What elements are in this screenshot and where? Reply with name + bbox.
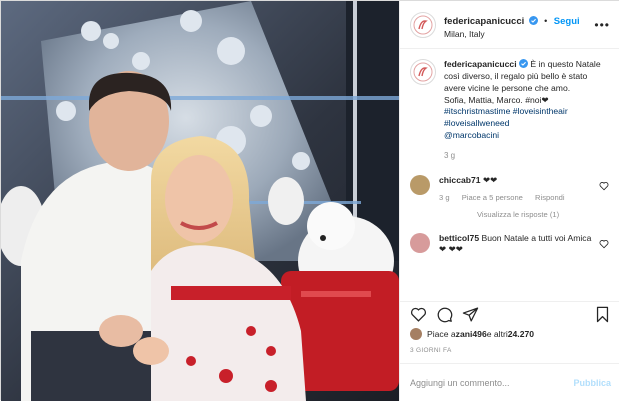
likes-prefix: Piace a <box>427 329 456 339</box>
author-logo-icon <box>413 15 433 34</box>
share-paper-plane-icon[interactable] <box>462 306 479 323</box>
verified-badge-icon <box>519 59 528 68</box>
publish-button[interactable]: Pubblica <box>573 378 611 388</box>
verified-badge-icon <box>528 15 538 25</box>
commenter-avatar[interactable] <box>410 175 430 196</box>
comment-item: betticol75 Buon Natale a tutti voi Amica… <box>410 232 611 256</box>
like-heart-icon[interactable] <box>410 306 427 323</box>
like-comment-heart-icon[interactable] <box>599 181 609 191</box>
action-bar <box>400 301 619 327</box>
post-header: federicapanicucci • Segui Milan, Italy •… <box>400 1 619 49</box>
post-side-panel: federicapanicucci • Segui Milan, Italy •… <box>399 1 619 401</box>
comment-body: betticol75 Buon Natale a tutti voi Amica… <box>439 233 599 256</box>
save-bookmark-icon[interactable] <box>594 306 611 323</box>
view-replies-button[interactable]: Visualizza le risposte (1) <box>477 210 611 219</box>
likes-mid: e altri <box>486 329 508 339</box>
caption: federicapanicucci È in questo Natale cos… <box>410 59 611 161</box>
comment-username[interactable]: chiccab71 <box>439 175 481 185</box>
comment-body: chiccab71 ❤❤ 3 g Piace a 5 persone Rispo… <box>439 175 599 203</box>
author-username[interactable]: federicapanicucci <box>444 16 524 27</box>
liker-avatar[interactable] <box>410 328 422 340</box>
comment-likes[interactable]: Piace a 5 persone <box>462 193 523 202</box>
comments-section: federicapanicucci È in questo Natale cos… <box>400 49 619 294</box>
commenter-avatar[interactable] <box>410 232 430 253</box>
add-comment-bar: Pubblica <box>400 363 619 401</box>
post-photo[interactable] <box>1 1 399 401</box>
comment-bubble-icon[interactable] <box>436 306 453 323</box>
caption-hashtags[interactable]: #itschristmastime #loveisintheair #lovei… <box>444 106 568 128</box>
caption-time[interactable]: 3 g <box>444 150 611 161</box>
caption-avatar[interactable] <box>410 59 436 85</box>
like-comment-heart-icon[interactable] <box>599 239 609 249</box>
comment-input[interactable] <box>410 377 560 388</box>
follow-button[interactable]: Segui <box>554 16 580 27</box>
post-location[interactable]: Milan, Italy <box>444 29 580 39</box>
likes-count[interactable]: 24.270 <box>508 329 534 339</box>
caption-body: federicapanicucci È in questo Natale cos… <box>444 59 611 161</box>
post-window: federicapanicucci • Segui Milan, Italy •… <box>0 0 619 401</box>
caption-mention[interactable]: @marcobacini <box>444 130 499 140</box>
photo-illustration <box>1 1 399 401</box>
likes-summary: Piace a zani496 e altri 24.270 <box>410 328 534 340</box>
caption-names: Sofia, Mattia, Marco. #noi❤ <box>444 94 549 105</box>
separator-dot: • <box>544 15 548 26</box>
header-meta: federicapanicucci • Segui Milan, Italy <box>444 10 580 39</box>
author-logo-icon <box>413 62 433 82</box>
comment-time[interactable]: 3 g <box>439 193 450 202</box>
comment-text: ❤❤ <box>482 175 498 186</box>
caption-username[interactable]: federicapanicucci <box>444 59 517 69</box>
comment-meta: 3 g Piace a 5 persone Rispondi <box>439 193 599 203</box>
reply-button[interactable]: Rispondi <box>535 193 565 202</box>
post-date[interactable]: 3 GIORNI FA <box>410 347 452 354</box>
comment-username[interactable]: betticol75 <box>439 233 479 243</box>
liker-username[interactable]: zani496 <box>456 329 487 339</box>
more-options-icon[interactable]: ••• <box>594 18 610 32</box>
comment-item: chiccab71 ❤❤ 3 g Piace a 5 persone Rispo… <box>410 175 611 203</box>
author-avatar[interactable] <box>410 11 436 38</box>
